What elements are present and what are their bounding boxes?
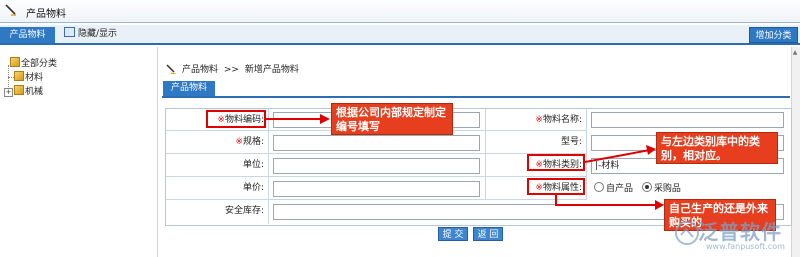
safety-stock-label: 安全库存: xyxy=(166,200,269,224)
tab-strip xyxy=(0,25,800,45)
radio-selected-icon xyxy=(641,182,652,192)
window-title: 产品物料 xyxy=(26,9,66,20)
tree-node-material[interactable]: 材料 xyxy=(14,71,43,83)
add-category-button[interactable]: 增加分类 xyxy=(749,27,798,43)
expand-plus-icon[interactable]: + xyxy=(4,88,13,97)
category-annotation: 与左边类别库中的类别，相对应。 xyxy=(656,132,778,164)
code-annotation: 根据公司内部规定制定编号填写 xyxy=(331,103,453,135)
category-highlight-box xyxy=(527,154,585,171)
breadcrumb: 产品物料 >> 新增产品物料 xyxy=(166,62,299,75)
scroll-up-arrow-icon[interactable]: ▲ xyxy=(792,50,798,56)
panel-splitter[interactable] xyxy=(157,47,158,257)
unit-label: 单位: xyxy=(166,154,269,177)
tab-product-material[interactable]: 产品物料 xyxy=(0,27,55,43)
tree-node-root[interactable]: 全部分类 xyxy=(10,57,57,69)
tree-node-label: 机械 xyxy=(25,87,44,97)
tree-node-label: 全部分类 xyxy=(21,59,58,69)
attr-radio-group: 自产品 采购品 xyxy=(594,181,681,197)
pencil-icon xyxy=(166,64,176,74)
panel-icon xyxy=(64,27,75,37)
folder-cube-icon xyxy=(10,57,20,67)
watermark: 泛普软件 www.fanpusoft.com xyxy=(670,212,798,254)
spec-input[interactable] xyxy=(273,135,480,151)
logo-icon xyxy=(675,221,699,245)
price-label: 单价: xyxy=(166,177,269,200)
name-label: ※物料名称: xyxy=(486,109,587,131)
unit-input[interactable] xyxy=(273,158,480,174)
window-title-bar: 产品物料 xyxy=(0,0,800,23)
attr-option-purchased[interactable]: 采购品 xyxy=(641,182,681,194)
attr-highlight-box xyxy=(527,178,585,195)
toggle-visibility-button[interactable]: 隐藏/显示 xyxy=(64,27,117,41)
breadcrumb-separator: >> xyxy=(223,65,239,75)
pencil-icon xyxy=(5,4,16,16)
section-tab: 产品物料 xyxy=(163,81,215,96)
folder-cube-icon xyxy=(14,85,24,95)
toggle-label: 隐藏/显示 xyxy=(78,29,118,39)
tree-node-label: 材料 xyxy=(25,73,44,83)
breadcrumb-current: 新增产品物料 xyxy=(244,65,299,75)
attr-option-self-made[interactable]: 自产品 xyxy=(594,182,633,194)
watermark-text: 泛普软件 xyxy=(698,220,782,244)
tree-node-machinery[interactable]: + 机械 xyxy=(4,85,43,97)
back-button[interactable]: 返 回 xyxy=(473,227,503,241)
model-label: 型号: xyxy=(486,131,587,154)
folder-cube-icon xyxy=(14,71,24,81)
spec-label: ※规格: xyxy=(166,131,269,154)
name-input[interactable] xyxy=(591,112,784,128)
watermark-url: www.fanpusoft.com xyxy=(706,242,785,251)
price-input[interactable] xyxy=(273,181,480,197)
submit-button[interactable]: 提 交 xyxy=(438,227,468,241)
code-highlight-box xyxy=(206,110,266,128)
breadcrumb-root: 产品物料 xyxy=(182,65,219,75)
section-divider xyxy=(162,96,790,98)
radio-icon xyxy=(594,182,604,192)
